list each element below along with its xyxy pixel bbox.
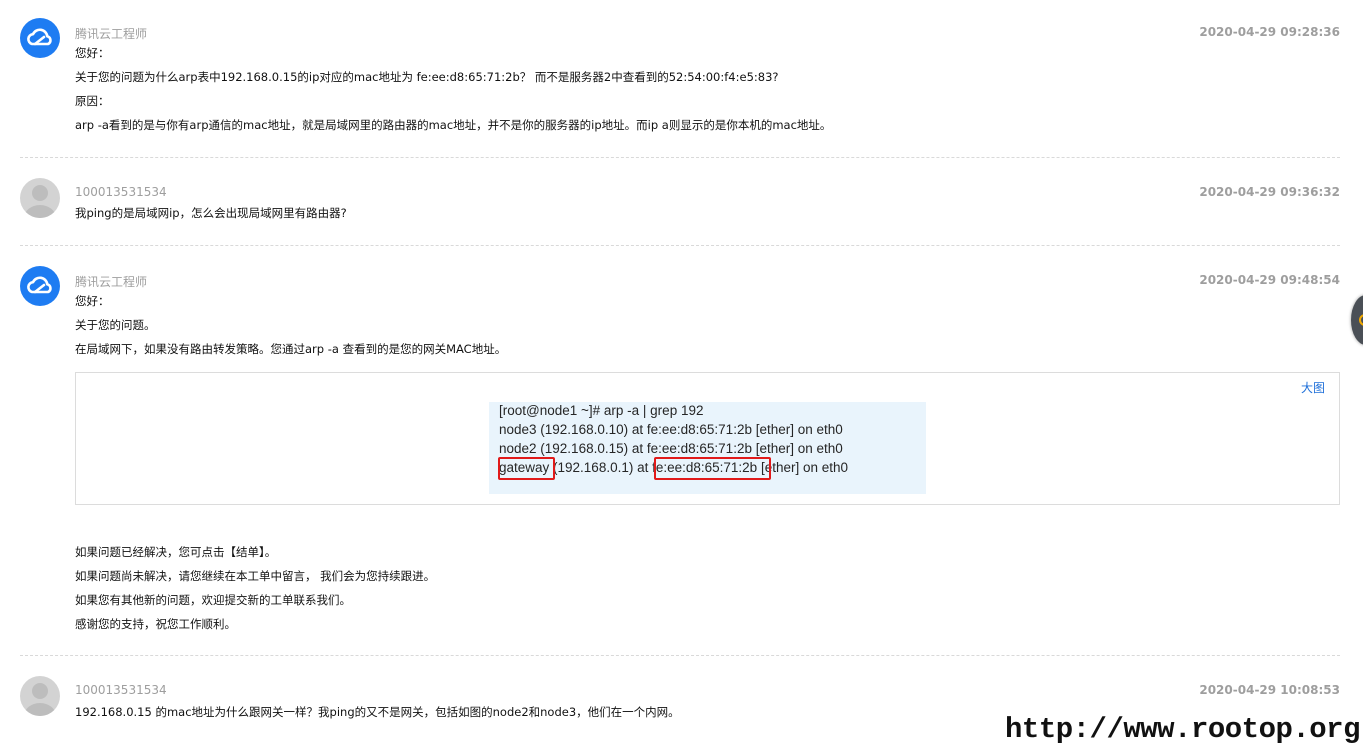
sender-name: 100013531534 <box>75 683 167 697</box>
message-line: 关于您的问题。 <box>75 318 156 332</box>
message-time: 2020-04-29 09:36:32 <box>1199 185 1340 199</box>
message-divider <box>20 157 1340 158</box>
terminal-line: node2 (192.168.0.15) at fe:ee:d8:65:71:2… <box>499 441 843 456</box>
message-line: 我ping的是局域网ip，怎么会出现局域网里有路由器? <box>75 206 347 220</box>
message-divider <box>20 245 1340 246</box>
terminal-line: node3 (192.168.0.10) at fe:ee:d8:65:71:2… <box>499 422 843 437</box>
message-line: 关于您的问题为什么arp表中192.168.0.15的ip对应的mac地址为 f… <box>75 70 779 84</box>
message-divider <box>20 655 1340 656</box>
user-avatar <box>20 676 60 716</box>
site-watermark: http://www.rootop.org <box>1005 713 1360 746</box>
attached-image: 大图 [root@node1 ~]# arp -a | grep 192 nod… <box>75 372 1340 505</box>
terminal-screenshot: [root@node1 ~]# arp -a | grep 192 node3 … <box>489 402 926 494</box>
sender-name: 100013531534 <box>75 185 167 199</box>
message-line: 感谢您的支持，祝您工作顺利。 <box>75 617 236 631</box>
message-line: 如果问题尚未解决，请您继续在本工单中留言， 我们会为您持续跟进。 <box>75 569 436 583</box>
user-avatar <box>20 178 60 218</box>
engineer-avatar <box>20 266 60 306</box>
floating-help-button[interactable] <box>1351 295 1363 345</box>
tencent-cloud-logo-icon <box>27 28 52 46</box>
message-line: 如果问题已经解决，您可点击【结单】。 <box>75 545 277 559</box>
default-user-icon <box>24 185 56 218</box>
sender-name: 腾讯云工程师 <box>75 27 148 41</box>
terminal-line: [root@node1 ~]# arp -a | grep 192 <box>499 403 704 418</box>
message-line: 如果您有其他新的问题，欢迎提交新的工单联系我们。 <box>75 593 351 607</box>
message-time: 2020-04-29 09:48:54 <box>1199 273 1340 287</box>
engineer-avatar <box>20 18 60 58</box>
message-line: 原因： <box>75 94 110 108</box>
sender-name: 腾讯云工程师 <box>75 275 148 289</box>
tencent-cloud-logo-icon <box>27 276 52 294</box>
message-line: 您好： <box>75 294 110 308</box>
message-line: arp -a看到的是与你有arp通信的mac地址，就是局域网里的路由器的mac地… <box>75 118 832 132</box>
message-line: 在局域网下，如果没有路由转发策略。您通过arp -a 查看到的是您的网关MAC地… <box>75 342 507 356</box>
default-user-icon <box>24 683 56 716</box>
message-time: 2020-04-29 09:28:36 <box>1199 25 1340 39</box>
view-large-image-link[interactable]: 大图 <box>1301 379 1325 396</box>
gateway-highlight-box <box>498 457 555 480</box>
message-line: 192.168.0.15 的mac地址为什么跟网关一样？我ping的又不是网关，… <box>75 705 680 719</box>
message-line: 您好： <box>75 46 110 60</box>
mac-highlight-box <box>654 457 771 480</box>
message-time: 2020-04-29 10:08:53 <box>1199 683 1340 697</box>
